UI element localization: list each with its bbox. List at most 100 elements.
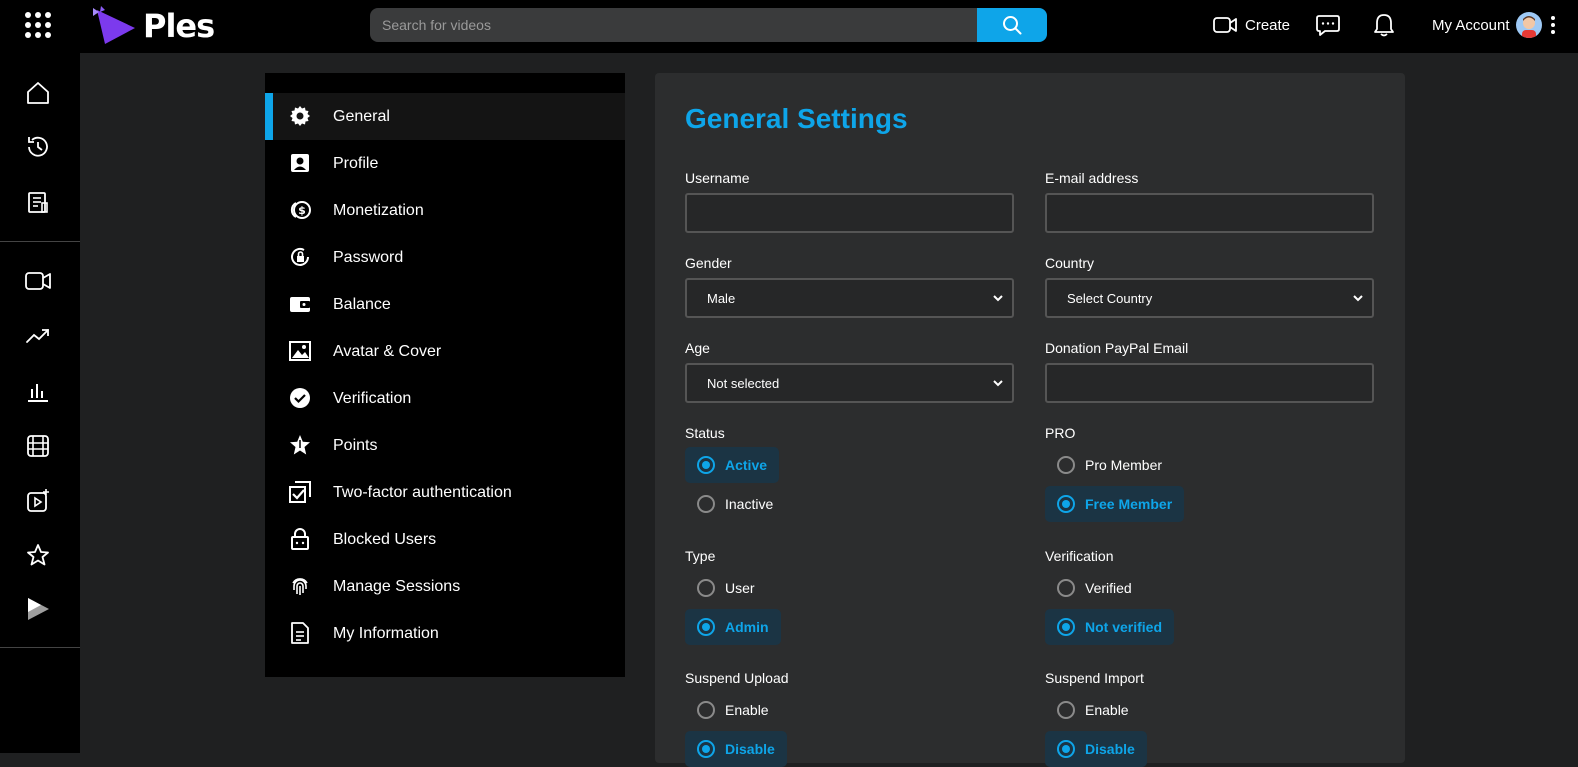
verification-label: Verification	[1045, 548, 1114, 564]
video-icon[interactable]	[24, 267, 52, 295]
menu-item-label: Two-factor authentication	[333, 483, 512, 501]
trending-icon[interactable]	[24, 322, 52, 350]
logo-text: Ples	[143, 7, 215, 45]
star-icon[interactable]	[24, 541, 52, 569]
history-icon[interactable]	[24, 133, 52, 161]
settings-menu: General Profile $ Monetization Password …	[265, 73, 625, 677]
type-user-radio[interactable]: User	[685, 570, 767, 606]
lock-icon	[289, 528, 311, 550]
status-inactive-radio[interactable]: Inactive	[685, 486, 785, 522]
paypal-email-field[interactable]	[1045, 363, 1374, 403]
avatar[interactable]	[1515, 12, 1542, 38]
menu-item-balance[interactable]: Balance	[265, 281, 625, 328]
account-menu[interactable]: My Account	[1432, 0, 1556, 50]
radio-dot	[697, 579, 715, 597]
menu-item-two-factor[interactable]: Two-factor authentication	[265, 469, 625, 516]
radio-dot	[697, 701, 715, 719]
radio-label: Inactive	[725, 496, 774, 512]
menu-item-password[interactable]: Password	[265, 234, 625, 281]
menu-item-verification[interactable]: Verification	[265, 375, 625, 422]
radio-dot	[697, 495, 715, 513]
menu-item-label: Password	[333, 248, 404, 266]
search-input[interactable]	[370, 8, 977, 42]
username-field[interactable]	[685, 193, 1014, 233]
menu-item-points[interactable]: Points	[265, 422, 625, 469]
chevron-down-icon	[1353, 295, 1363, 302]
type-label: Type	[685, 548, 716, 564]
suspend-upload-enable-radio[interactable]: Enable	[685, 692, 781, 728]
ples-play-icon[interactable]	[24, 595, 52, 623]
radio-label: Verified	[1085, 580, 1132, 596]
shorts-icon[interactable]	[24, 487, 52, 515]
create-label: Create	[1245, 16, 1291, 34]
stats-icon[interactable]	[24, 377, 52, 405]
username-label: Username	[685, 170, 750, 186]
page-title: General Settings	[685, 103, 908, 134]
menu-item-label: Avatar & Cover	[333, 342, 442, 360]
password-lock-icon	[289, 246, 311, 268]
radio-label: Active	[725, 457, 768, 473]
country-label: Country	[1045, 255, 1095, 271]
not-verified-radio[interactable]: Not verified	[1045, 609, 1175, 645]
verified-radio[interactable]: Verified	[1045, 570, 1144, 606]
radio-label: Disable	[725, 741, 775, 757]
menu-item-avatar-cover[interactable]: Avatar & Cover	[265, 328, 625, 375]
radio-label: Disable	[1085, 741, 1135, 757]
svg-text:$: $	[298, 204, 306, 217]
menu-item-my-information[interactable]: My Information	[265, 610, 625, 657]
articles-icon[interactable]	[24, 188, 52, 216]
pro-label: PRO	[1045, 425, 1076, 441]
logo[interactable]: Ples	[91, 6, 215, 46]
suspend-upload-disable-radio[interactable]: Disable	[685, 731, 787, 767]
gender-select[interactable]: Male	[685, 278, 1014, 318]
radio-label: Admin	[725, 619, 769, 635]
search-icon	[1003, 16, 1022, 35]
radio-label: Not verified	[1085, 619, 1163, 635]
menu-item-blocked-users[interactable]: Blocked Users	[265, 516, 625, 563]
email-field[interactable]	[1045, 193, 1374, 233]
suspend-import-disable-radio[interactable]: Disable	[1045, 731, 1147, 767]
fingerprint-icon	[289, 575, 311, 597]
search-button[interactable]	[977, 8, 1047, 42]
menu-item-label: Profile	[333, 154, 379, 172]
suspend-import-label: Suspend Import	[1045, 670, 1144, 686]
age-select[interactable]: Not selected	[685, 363, 1014, 403]
menu-item-monetization[interactable]: $ Monetization	[265, 187, 625, 234]
messages-button[interactable]	[1316, 0, 1340, 50]
star-icon	[289, 434, 311, 456]
general-settings-panel: General Settings Username E-mail address…	[655, 73, 1405, 767]
wallet-icon	[289, 293, 311, 315]
pro-member-radio[interactable]: Pro Member	[1045, 447, 1174, 483]
menu-item-label: Manage Sessions	[333, 577, 461, 595]
radio-label: User	[725, 580, 755, 596]
radio-dot	[697, 456, 715, 474]
free-member-radio[interactable]: Free Member	[1045, 486, 1185, 522]
rail-divider	[0, 241, 80, 242]
menu-item-general[interactable]: General	[265, 93, 625, 140]
movies-icon[interactable]	[24, 432, 52, 460]
check-circle-icon	[289, 387, 311, 409]
menu-item-label: General	[333, 107, 390, 125]
radio-dot	[1057, 618, 1075, 636]
radio-label: Free Member	[1085, 496, 1173, 512]
radio-dot	[1057, 579, 1075, 597]
document-icon	[289, 622, 311, 644]
apps-grid-icon[interactable]	[25, 12, 51, 38]
menu-item-label: Points	[333, 436, 378, 454]
create-button[interactable]: Create	[1213, 0, 1290, 50]
home-icon[interactable]	[24, 79, 52, 107]
logo-play-icon	[93, 6, 135, 44]
status-active-radio[interactable]: Active	[685, 447, 780, 483]
menu-item-label: Balance	[333, 295, 391, 313]
country-select[interactable]: Select Country	[1045, 278, 1374, 318]
notifications-button[interactable]	[1373, 0, 1395, 50]
search-bar	[370, 8, 1047, 42]
more-vertical-icon[interactable]	[1550, 15, 1556, 35]
menu-item-profile[interactable]: Profile	[265, 140, 625, 187]
type-admin-radio[interactable]: Admin	[685, 609, 781, 645]
menu-item-label: Verification	[333, 389, 412, 407]
menu-item-manage-sessions[interactable]: Manage Sessions	[265, 563, 625, 610]
suspend-import-enable-radio[interactable]: Enable	[1045, 692, 1141, 728]
radio-label: Enable	[1085, 702, 1129, 718]
gear-icon	[289, 105, 311, 127]
